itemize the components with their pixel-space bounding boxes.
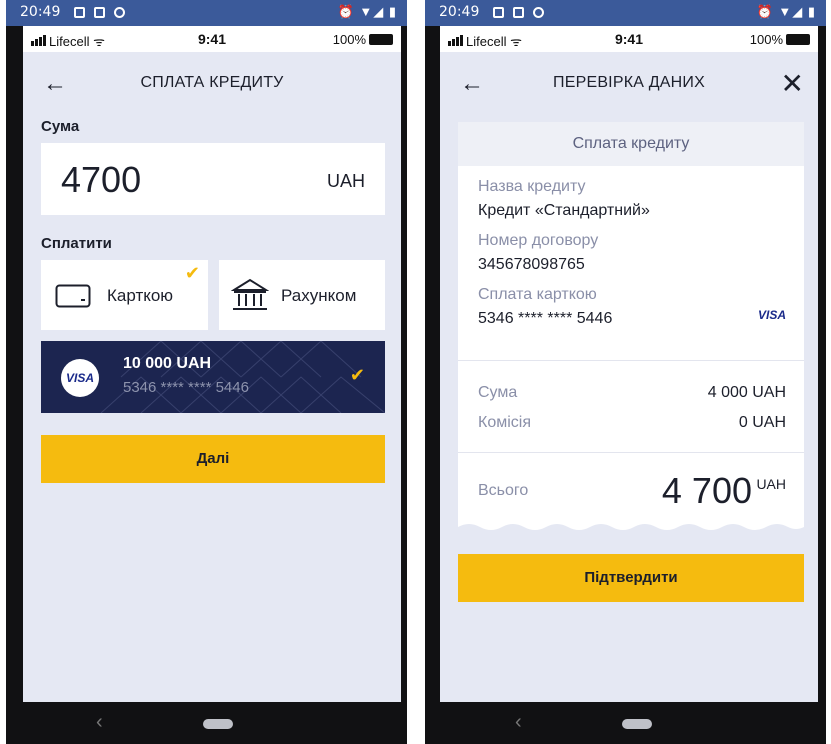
pay-option-account[interactable]: Рахунком	[219, 260, 385, 330]
card-check-icon: ✔	[349, 365, 365, 385]
battery: 100%	[750, 32, 810, 47]
battery: 100%	[333, 32, 393, 47]
viber-icon	[114, 7, 125, 18]
contract-label: Номер договору	[478, 232, 599, 249]
fee-label: Комісія	[478, 414, 531, 431]
pay-option-card-label: Карткою	[107, 286, 174, 305]
battery-icon	[369, 34, 393, 45]
android-nav-bar: ‹	[6, 702, 407, 744]
sum-currency: UAH	[326, 171, 365, 191]
app-screen: Lifecell ᯤ 9:41 100% ← ПЕРЕВІРКА ДАНИХ ✕…	[440, 26, 818, 702]
android-back-icon[interactable]: ‹	[515, 711, 522, 734]
sum-label: Сума	[478, 384, 518, 401]
selected-visa-card[interactable]: VISA 10 000 UAH 5346 **** **** 5446 ✔	[41, 341, 385, 413]
phone-screen-payment: 20:49 ⏰ ▼◢ ▮ Lifecell ᯤ 9:41 100% ← СПЛА…	[6, 0, 407, 744]
close-icon[interactable]: ✕	[781, 67, 804, 100]
page-title: ПЕРЕВІРКА ДАНИХ	[553, 74, 705, 91]
mail-icon	[94, 7, 105, 18]
page-title: СПЛАТА КРЕДИТУ	[140, 74, 284, 91]
pay-option-account-label: Рахунком	[281, 286, 357, 305]
mail-icon	[513, 7, 524, 18]
sum-value: 4 000 UAH	[707, 384, 786, 401]
android-home-pill[interactable]	[203, 719, 233, 729]
phone-screen-verification: 20:49 ⏰ ▼◢ ▮ Lifecell ᯤ 9:41 100% ← ПЕРЕ…	[425, 0, 826, 744]
sum-input[interactable]: 4700 UAH	[41, 143, 385, 215]
total-currency: UAH	[756, 476, 786, 492]
receipt-header: Сплата кредиту	[458, 122, 804, 166]
card-value: 5346 **** **** 5446	[478, 310, 613, 327]
divider	[458, 452, 804, 453]
nav-bar: ← СПЛАТА КРЕДИТУ	[23, 52, 401, 118]
viber-icon	[533, 7, 544, 18]
visa-logo-icon: VISA	[61, 359, 99, 397]
loan-name-value: Кредит «Стандартний»	[478, 202, 650, 219]
card-balance: 10 000 UAH	[123, 355, 212, 372]
battery-percent: 100%	[332, 32, 366, 47]
android-status-bar: 20:49 ⏰ ▼◢ ▮	[425, 0, 826, 26]
card-label: Сплата карткою	[478, 286, 597, 303]
nav-bar: ← ПЕРЕВІРКА ДАНИХ ✕	[440, 52, 818, 118]
android-status-bar: 20:49 ⏰ ▼◢ ▮	[6, 0, 407, 26]
receipt-card: Сплата кредиту Назва кредиту Кредит «Ста…	[458, 122, 804, 533]
gallery-icon	[493, 7, 504, 18]
battery-icon	[786, 34, 810, 45]
pay-label: Сплатити	[41, 235, 112, 252]
visa-logo-icon: VISA	[757, 308, 786, 322]
system-icons: ⏰ ▼◢ ▮	[756, 4, 816, 19]
contract-value: 345678098765	[478, 256, 585, 273]
card-icon	[55, 284, 91, 308]
ios-status-bar: Lifecell ᯤ 9:41 100%	[23, 26, 401, 52]
battery-percent: 100%	[749, 32, 783, 47]
android-time: 20:49	[20, 4, 61, 20]
receipt-torn-edge	[458, 524, 804, 533]
sum-value: 4700	[61, 159, 142, 200]
android-back-icon[interactable]: ‹	[96, 711, 103, 734]
pay-option-card[interactable]: Карткою ✔	[41, 260, 208, 330]
check-icon: ✔	[184, 263, 200, 283]
android-time: 20:49	[439, 4, 480, 20]
confirm-button[interactable]: Підтвердити	[458, 554, 804, 602]
ios-status-bar: Lifecell ᯤ 9:41 100%	[440, 26, 818, 52]
total-label: Всього	[478, 482, 529, 499]
total-value: 4 700	[661, 470, 752, 511]
bank-icon	[231, 278, 269, 310]
app-screen: Lifecell ᯤ 9:41 100% ← СПЛАТА КРЕДИТУ Су…	[23, 26, 401, 702]
sum-label: Сума	[41, 118, 80, 135]
system-icons: ⏰ ▼◢ ▮	[337, 4, 397, 19]
gallery-icon	[74, 7, 85, 18]
loan-name-label: Назва кредиту	[478, 178, 586, 195]
fee-value: 0 UAH	[738, 414, 786, 431]
divider	[458, 360, 804, 361]
android-nav-bar: ‹	[425, 702, 826, 744]
android-home-pill[interactable]	[622, 719, 652, 729]
card-number: 5346 **** **** 5446	[123, 379, 249, 396]
next-button[interactable]: Далі	[41, 435, 385, 483]
